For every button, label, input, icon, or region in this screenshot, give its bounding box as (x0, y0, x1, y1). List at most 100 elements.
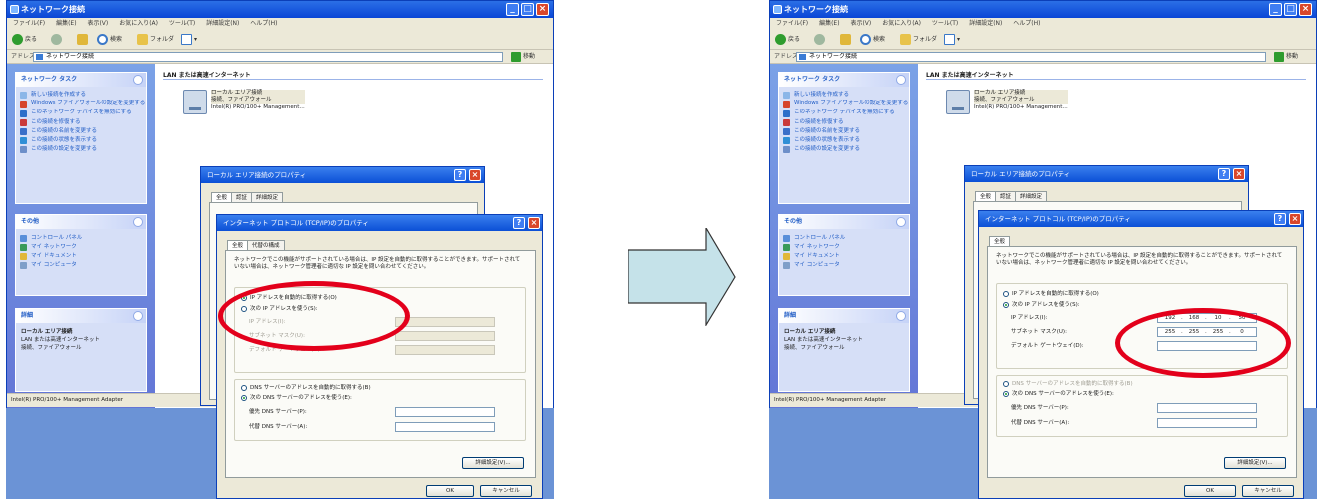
subnet-mask-input[interactable] (395, 331, 495, 341)
task-disable-device[interactable]: このネットワーク デバイスを無効にする (779, 109, 909, 118)
menu-help[interactable]: ヘルプ(H) (1013, 20, 1040, 27)
place-control-panel[interactable]: コントロール パネル (16, 234, 146, 243)
radio-manual-dns[interactable]: 次の DNS サーバーのアドレスを使う(E): (241, 394, 352, 402)
preferred-dns-input[interactable] (395, 407, 495, 417)
lan-close-button[interactable]: × (469, 169, 481, 181)
radio-manual-dns[interactable]: 次の DNS サーバーのアドレスを使う(E): (1003, 390, 1114, 398)
menu-view[interactable]: 表示(V) (87, 20, 108, 27)
place-my-documents[interactable]: マイ ドキュメント (16, 252, 146, 261)
tcpip-help-button[interactable]: ? (1274, 213, 1286, 225)
search-button[interactable]: 検索 (97, 33, 122, 47)
lan-connection-item[interactable]: ローカル エリア接続 接続、ファイアウォール Intel(R) PRO/100+… (974, 90, 1068, 111)
other-places-header[interactable]: その他 (16, 215, 146, 229)
tcpip-close-button[interactable]: × (1289, 213, 1301, 225)
task-firewall[interactable]: Windows ファイアウォールの設定を変更する (779, 100, 909, 109)
forward-button[interactable] (51, 33, 64, 47)
place-control-panel[interactable]: コントロール パネル (779, 234, 909, 243)
lan-connection-icon[interactable] (946, 90, 970, 114)
task-repair[interactable]: この接続を修復する (16, 118, 146, 127)
menu-advanced[interactable]: 詳細設定(N) (969, 20, 1002, 27)
lan-help-button[interactable]: ? (454, 169, 466, 181)
ok-button[interactable]: OK (1184, 485, 1236, 497)
task-repair[interactable]: この接続を修復する (779, 118, 909, 127)
menu-tools[interactable]: ツール(T) (932, 20, 958, 27)
menu-tools[interactable]: ツール(T) (169, 20, 195, 27)
maximize-button[interactable]: □ (1284, 3, 1297, 16)
minimize-button[interactable]: _ (1269, 3, 1282, 16)
folders-button[interactable]: フォルダ (900, 33, 937, 47)
menu-edit[interactable]: 編集(E) (56, 20, 76, 27)
task-status[interactable]: この接続の状態を表示する (16, 136, 146, 145)
alternate-dns-input[interactable] (395, 422, 495, 432)
address-input[interactable]: ネットワーク接続 (33, 52, 503, 62)
close-button[interactable]: × (536, 3, 549, 16)
lan-connection-icon[interactable] (183, 90, 207, 114)
views-button[interactable]: ▾ (181, 33, 197, 47)
tcpip-close-button[interactable]: × (528, 217, 540, 229)
radio-dot-icon (1003, 391, 1009, 397)
maximize-button[interactable]: □ (521, 3, 534, 16)
cancel-button[interactable]: キャンセル (480, 485, 532, 497)
menu-file[interactable]: ファイル(F) (13, 20, 45, 27)
place-my-documents[interactable]: マイ ドキュメント (779, 252, 909, 261)
cancel-button[interactable]: キャンセル (1242, 485, 1294, 497)
place-my-network[interactable]: マイ ネットワーク (779, 243, 909, 252)
address-input[interactable]: ネットワーク接続 (796, 52, 1266, 62)
details-line-1: LAN または高速インターネット (784, 337, 863, 343)
place-my-computer[interactable]: マイ コンピュータ (16, 261, 146, 270)
lan-close-button[interactable]: × (1233, 168, 1245, 180)
category-divider (926, 79, 1306, 80)
radio-auto-dns[interactable]: DNS サーバーのアドレスを自動的に取得する(B) (1003, 380, 1133, 388)
go-button[interactable]: 移動 (511, 51, 535, 63)
place-my-computer[interactable]: マイ コンピュータ (779, 261, 909, 270)
task-disable-device[interactable]: このネットワーク デバイスを無効にする (16, 109, 146, 118)
folders-button[interactable]: フォルダ (137, 33, 174, 47)
views-button[interactable]: ▾ (944, 33, 960, 47)
task-new-connection[interactable]: 新しい接続を作成する (779, 91, 909, 100)
lan-connection-item[interactable]: ローカル エリア接続 接続、ファイアウォール Intel(R) PRO/100+… (211, 90, 305, 111)
menu-advanced[interactable]: 詳細設定(N) (206, 20, 239, 27)
ip-address-input[interactable] (395, 317, 495, 327)
arrow-shape (628, 228, 736, 326)
lan-help-button[interactable]: ? (1218, 168, 1230, 180)
alternate-dns-input[interactable] (1157, 418, 1257, 428)
menu-edit[interactable]: 編集(E) (819, 20, 839, 27)
back-button[interactable]: 戻る (12, 33, 37, 47)
close-button[interactable]: × (1299, 3, 1312, 16)
radio-auto-dns[interactable]: DNS サーバーのアドレスを自動的に取得する(B) (241, 384, 371, 392)
task-settings[interactable]: この接続の設定を変更する (779, 145, 909, 154)
details-header[interactable]: 詳細 (779, 309, 909, 323)
up-button[interactable] (77, 33, 90, 47)
menu-view[interactable]: 表示(V) (850, 20, 871, 27)
task-rename[interactable]: この接続の名前を変更する (779, 127, 909, 136)
gateway-input[interactable] (395, 345, 495, 355)
task-status[interactable]: この接続の状態を表示する (779, 136, 909, 145)
connection-status: 接続、ファイアウォール (974, 97, 1068, 104)
tcpip-help-button[interactable]: ? (513, 217, 525, 229)
other-places-header[interactable]: その他 (779, 215, 909, 229)
ok-button[interactable]: OK (426, 485, 474, 497)
advanced-button[interactable]: 詳細設定(V)... (1224, 457, 1286, 469)
menu-file[interactable]: ファイル(F) (776, 20, 808, 27)
radio-manual-ip[interactable]: 次の IP アドレスを使う(S): (1003, 301, 1080, 309)
network-tasks-header[interactable]: ネットワーク タスク (16, 73, 146, 87)
search-button[interactable]: 検索 (860, 33, 885, 47)
task-rename[interactable]: この接続の名前を変更する (16, 127, 146, 136)
task-firewall[interactable]: Windows ファイアウォールの設定を変更する (16, 100, 146, 109)
up-button[interactable] (840, 33, 853, 47)
details-header[interactable]: 詳細 (16, 309, 146, 323)
minimize-button[interactable]: _ (506, 3, 519, 16)
task-settings[interactable]: この接続の設定を変更する (16, 145, 146, 154)
advanced-button[interactable]: 詳細設定(V)... (462, 457, 524, 469)
preferred-dns-input[interactable] (1157, 403, 1257, 413)
menu-favorites[interactable]: お気に入り(A) (882, 20, 921, 27)
network-tasks-header[interactable]: ネットワーク タスク (779, 73, 909, 87)
menu-help[interactable]: ヘルプ(H) (250, 20, 277, 27)
back-button[interactable]: 戻る (775, 33, 800, 47)
menu-favorites[interactable]: お気に入り(A) (119, 20, 158, 27)
radio-auto-ip[interactable]: IP アドレスを自動的に取得する(O) (1003, 290, 1099, 298)
forward-button[interactable] (814, 33, 827, 47)
go-button[interactable]: 移動 (1274, 51, 1298, 63)
task-new-connection[interactable]: 新しい接続を作成する (16, 91, 146, 100)
place-my-network[interactable]: マイ ネットワーク (16, 243, 146, 252)
